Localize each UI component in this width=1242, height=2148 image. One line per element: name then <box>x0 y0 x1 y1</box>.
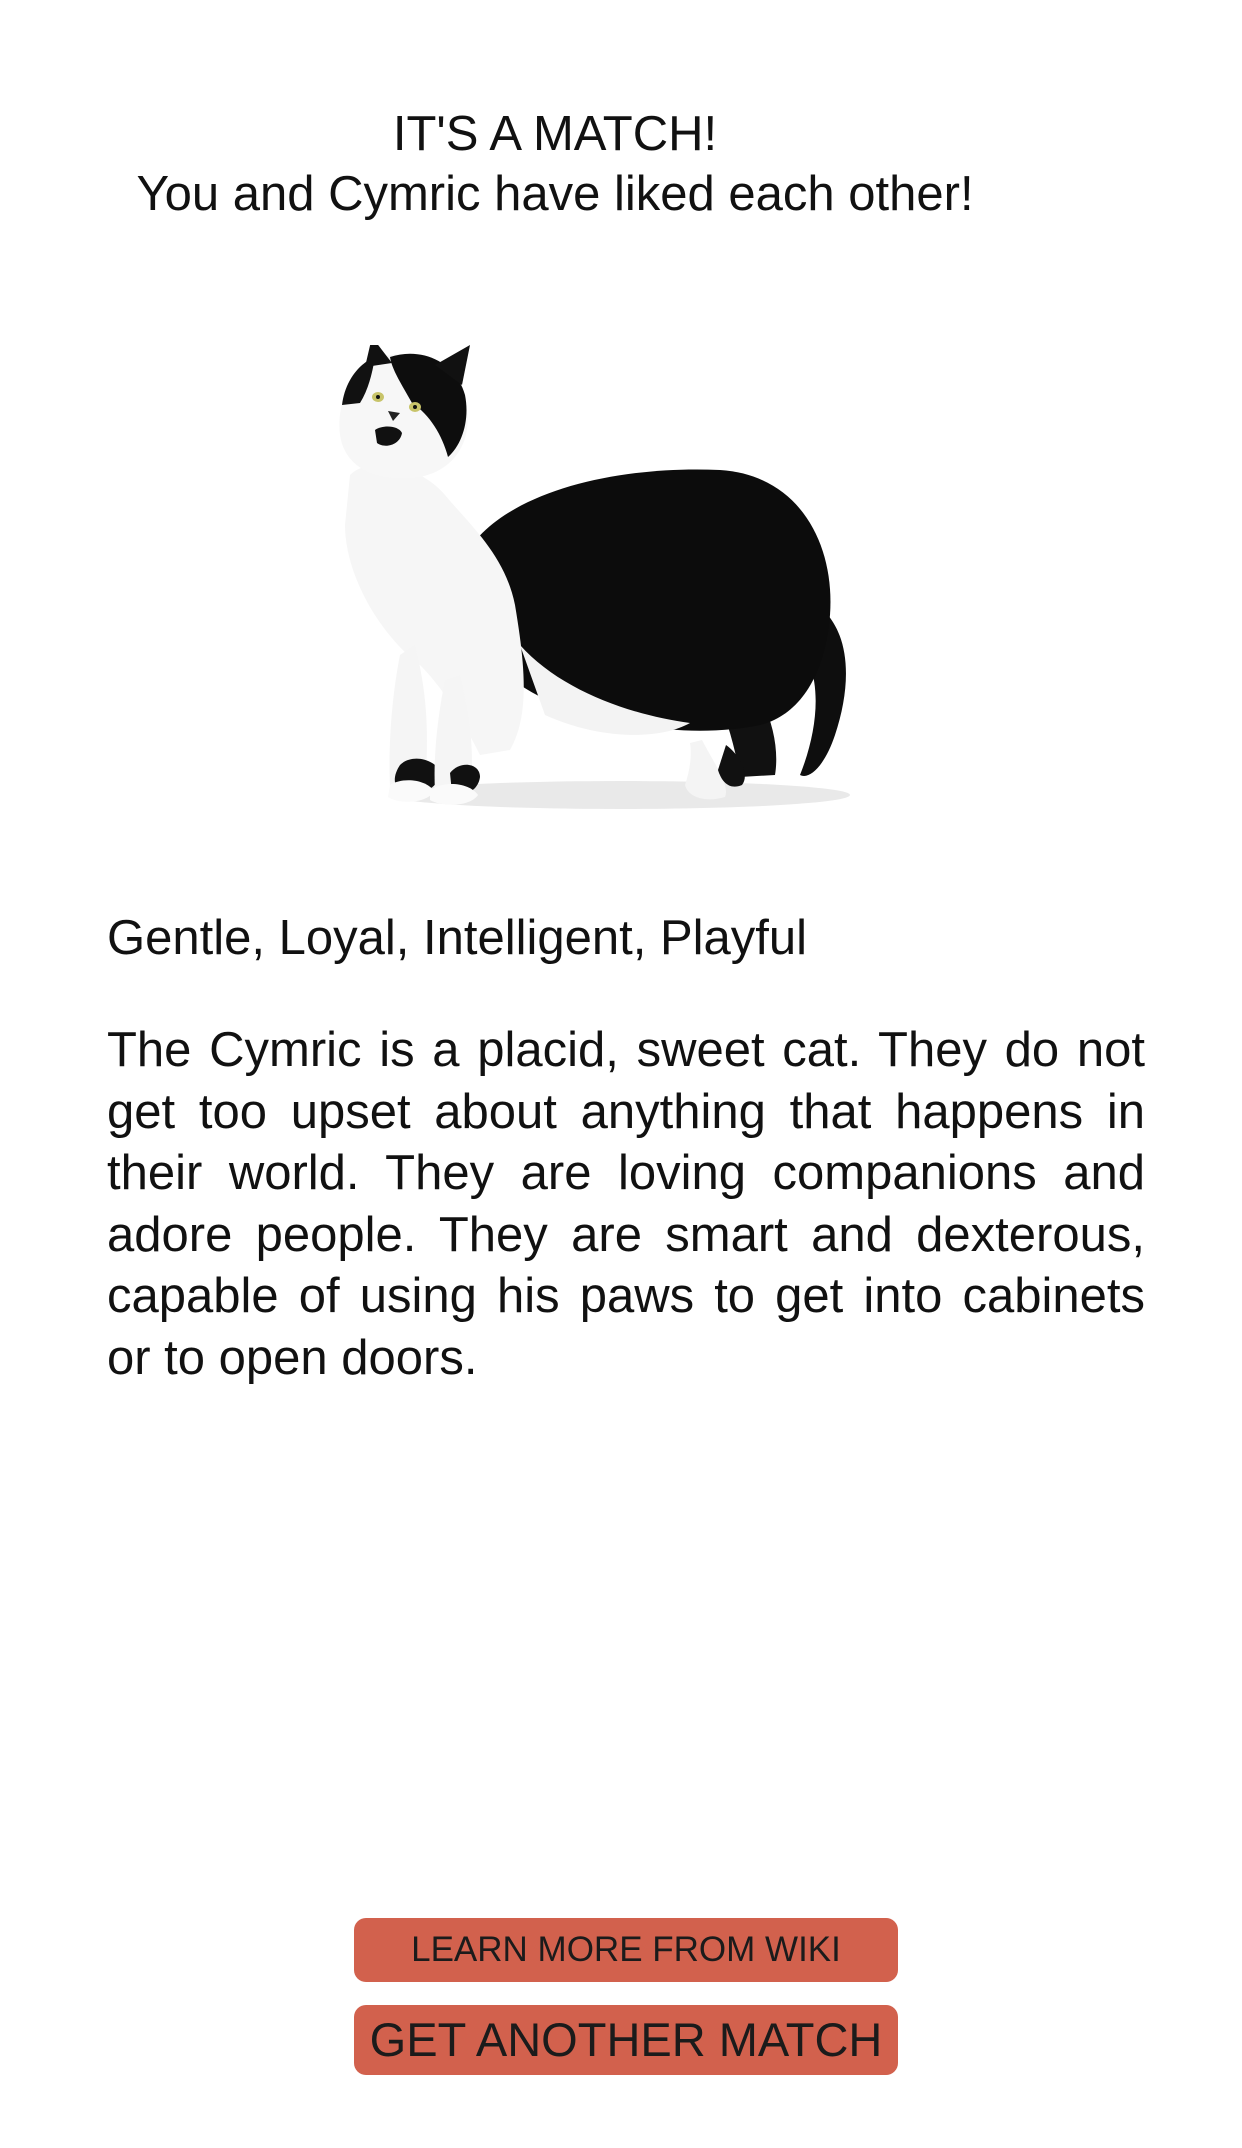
cat-traits: Gentle, Loyal, Intelligent, Playful <box>107 911 808 965</box>
get-another-match-button[interactable]: GET ANOTHER MATCH <box>354 2005 898 2075</box>
learn-more-wiki-button[interactable]: LEARN MORE FROM WIKI <box>354 1918 898 1982</box>
cat-illustration <box>339 345 850 809</box>
match-subtitle: You and Cymric have liked each other! <box>136 167 974 221</box>
match-title: IT'S A MATCH! <box>392 107 718 161</box>
match-header: IT'S A MATCH! You and Cymric have liked … <box>0 104 1110 224</box>
cat-photo <box>330 345 890 835</box>
cat-description: The Cymric is a placid, sweet cat. They … <box>107 1023 1145 1385</box>
